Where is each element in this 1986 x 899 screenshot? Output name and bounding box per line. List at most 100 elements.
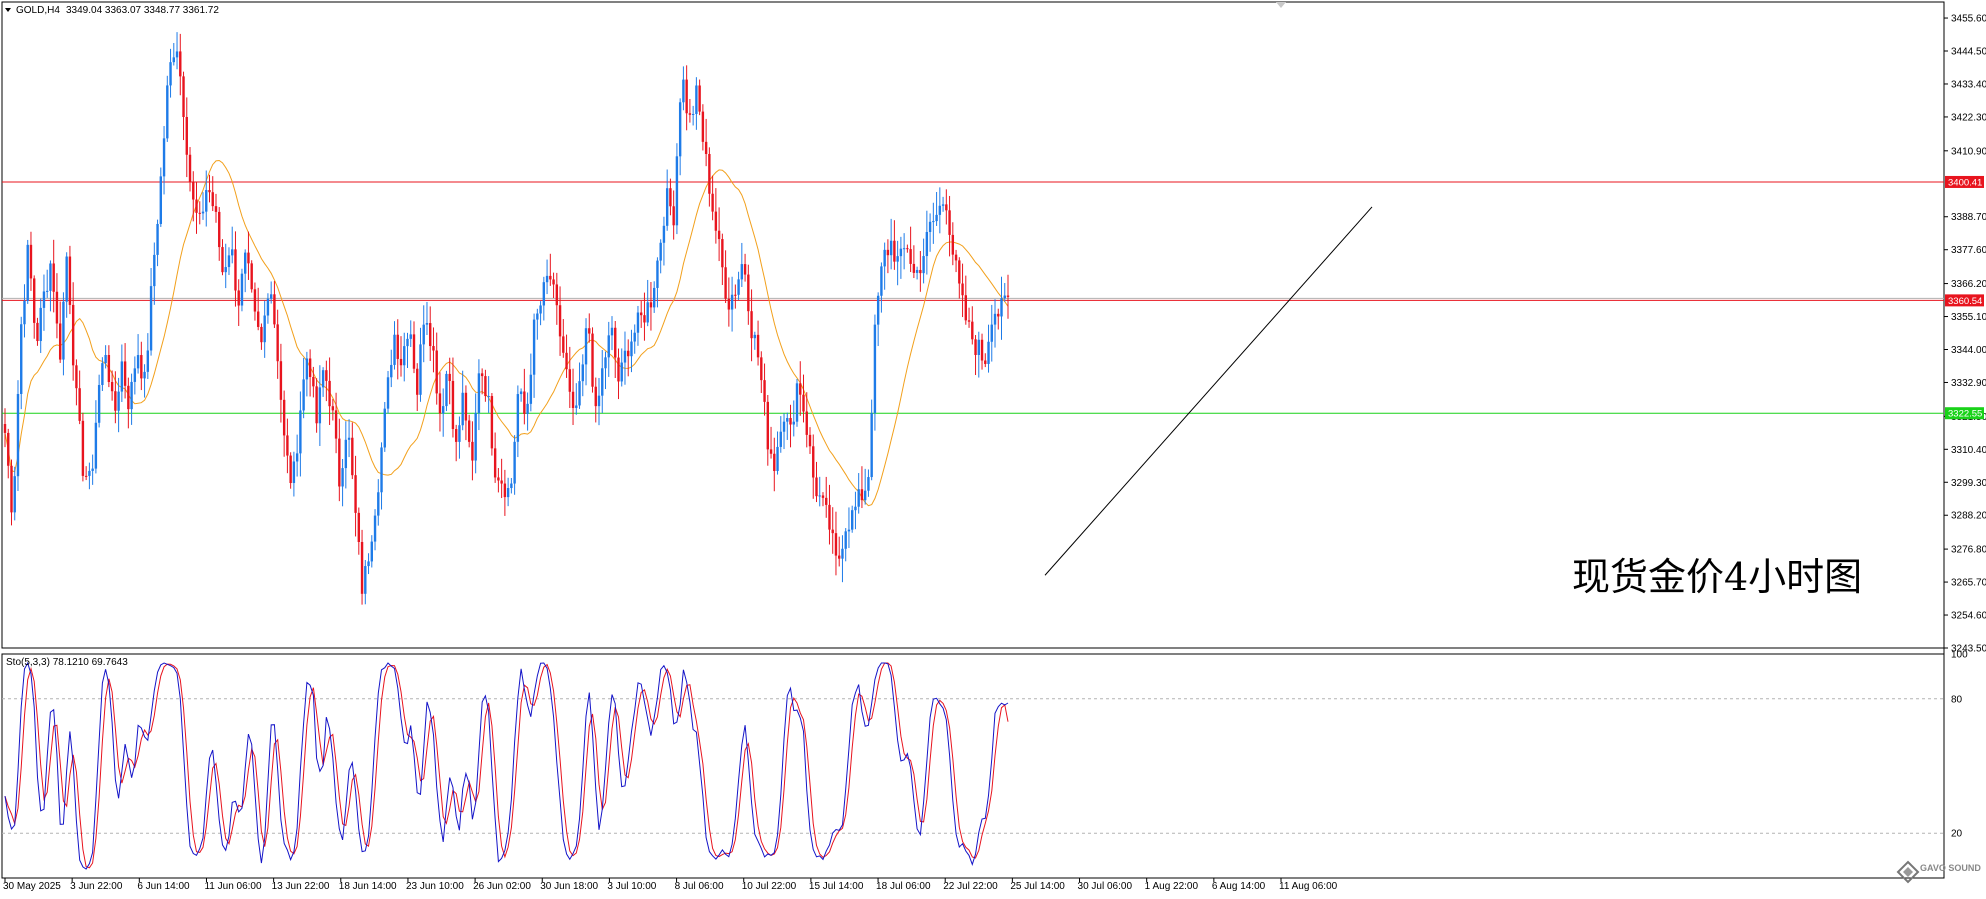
candle-body bbox=[776, 446, 779, 472]
candle-body bbox=[263, 315, 266, 343]
price-tick-label: 3344.00 bbox=[1951, 345, 1986, 356]
candle-body bbox=[62, 301, 65, 360]
candle-body bbox=[477, 373, 481, 414]
candle-body bbox=[461, 392, 464, 426]
candle bbox=[490, 393, 494, 456]
candle-body bbox=[55, 291, 59, 324]
price-tick-label: 3288.20 bbox=[1951, 511, 1986, 522]
chart-area[interactable]: 3455.60 3444.50 3433.40 3422.30 3410.90 3388.… bbox=[0, 0, 1986, 894]
time-tick-label: 3 Jun 22:00 bbox=[70, 881, 123, 892]
price-badge-label: 3322.55 bbox=[1948, 409, 1982, 420]
candle-body bbox=[218, 211, 221, 248]
price-tick-label: 3265.70 bbox=[1951, 578, 1986, 589]
candle-body bbox=[899, 248, 903, 257]
candle-body bbox=[101, 363, 104, 385]
candle-body bbox=[195, 199, 198, 213]
candle-body bbox=[672, 206, 675, 226]
candle-body bbox=[39, 307, 42, 342]
candle-body bbox=[607, 335, 610, 358]
candle-body bbox=[815, 477, 818, 497]
candle-body bbox=[597, 395, 601, 407]
candle-body bbox=[169, 62, 172, 86]
candle-body bbox=[876, 295, 880, 325]
price-tick-label: 3410.90 bbox=[1951, 146, 1986, 157]
candle bbox=[81, 412, 85, 482]
candle-body bbox=[604, 357, 607, 369]
candle-body bbox=[409, 334, 412, 339]
candle-body bbox=[33, 278, 36, 323]
svg-text:GAVO SOUND: GAVO SOUND bbox=[1920, 863, 1981, 873]
candle-body bbox=[620, 362, 623, 382]
candle-body bbox=[386, 377, 390, 409]
candle-body bbox=[523, 391, 526, 414]
candle-body bbox=[497, 477, 500, 481]
candle-body bbox=[484, 376, 487, 397]
candle-body bbox=[678, 102, 682, 157]
candle-body bbox=[302, 379, 305, 411]
candle-body bbox=[993, 313, 997, 325]
candle-body bbox=[331, 406, 335, 411]
price-tick-label: 3355.10 bbox=[1951, 312, 1986, 323]
candle-body bbox=[984, 360, 987, 364]
candle-body bbox=[474, 413, 477, 461]
candle-body bbox=[65, 256, 68, 302]
candle-body bbox=[565, 352, 568, 370]
candle bbox=[250, 260, 253, 293]
candle-body bbox=[377, 492, 380, 516]
candle-body bbox=[821, 495, 825, 498]
candle-body bbox=[802, 394, 805, 412]
candle-body bbox=[208, 190, 211, 193]
candle-body bbox=[146, 350, 150, 372]
time-tick-label: 11 Aug 06:00 bbox=[1279, 881, 1338, 892]
candle-body bbox=[808, 434, 812, 447]
candle-body bbox=[13, 476, 16, 513]
candle-body bbox=[656, 260, 659, 288]
candle-body bbox=[442, 406, 445, 414]
candle-body bbox=[990, 324, 993, 342]
candle-body bbox=[1003, 295, 1006, 299]
candle-body bbox=[769, 449, 773, 454]
candle-body bbox=[734, 294, 737, 296]
candle-body bbox=[506, 488, 510, 498]
candle-body bbox=[448, 373, 451, 381]
candle-body bbox=[156, 223, 159, 255]
candle-body bbox=[88, 470, 91, 476]
price-tick-label: 3276.80 bbox=[1951, 545, 1986, 556]
candle-body bbox=[162, 138, 166, 177]
time-tick-label: 3 Jul 10:00 bbox=[607, 881, 656, 892]
candle-body bbox=[880, 266, 883, 296]
candle-body bbox=[360, 541, 364, 594]
price-badge: 3322.55 bbox=[1945, 407, 1984, 420]
candle-body bbox=[863, 490, 867, 501]
candle-body bbox=[938, 205, 942, 215]
candle-body bbox=[828, 504, 831, 530]
candle-body bbox=[123, 361, 127, 386]
candle-body bbox=[29, 244, 33, 279]
candle-body bbox=[542, 282, 546, 306]
candle-body bbox=[850, 510, 854, 530]
candle-body bbox=[269, 294, 273, 299]
candle-body bbox=[334, 410, 338, 439]
candle-body bbox=[954, 254, 958, 261]
candle-body bbox=[893, 240, 896, 262]
price-tick-label: 3366.20 bbox=[1951, 279, 1986, 290]
candle-body bbox=[104, 354, 107, 364]
candle-body bbox=[289, 455, 292, 484]
candle-body bbox=[107, 354, 111, 383]
candle-body bbox=[49, 263, 52, 291]
candle-body bbox=[704, 141, 708, 154]
candle-body bbox=[665, 188, 669, 226]
candle-body bbox=[945, 204, 948, 211]
candle-body bbox=[516, 394, 520, 442]
candle-body bbox=[198, 212, 201, 214]
candle-body bbox=[250, 263, 253, 290]
candle-body bbox=[179, 51, 182, 77]
candle-body bbox=[480, 373, 484, 377]
candle-body bbox=[211, 192, 214, 207]
candle-body bbox=[266, 298, 270, 316]
candle-body bbox=[396, 334, 399, 359]
candle-body bbox=[464, 392, 468, 421]
candle-body bbox=[640, 312, 643, 316]
candle-body bbox=[279, 361, 283, 400]
candle-body bbox=[81, 420, 85, 476]
